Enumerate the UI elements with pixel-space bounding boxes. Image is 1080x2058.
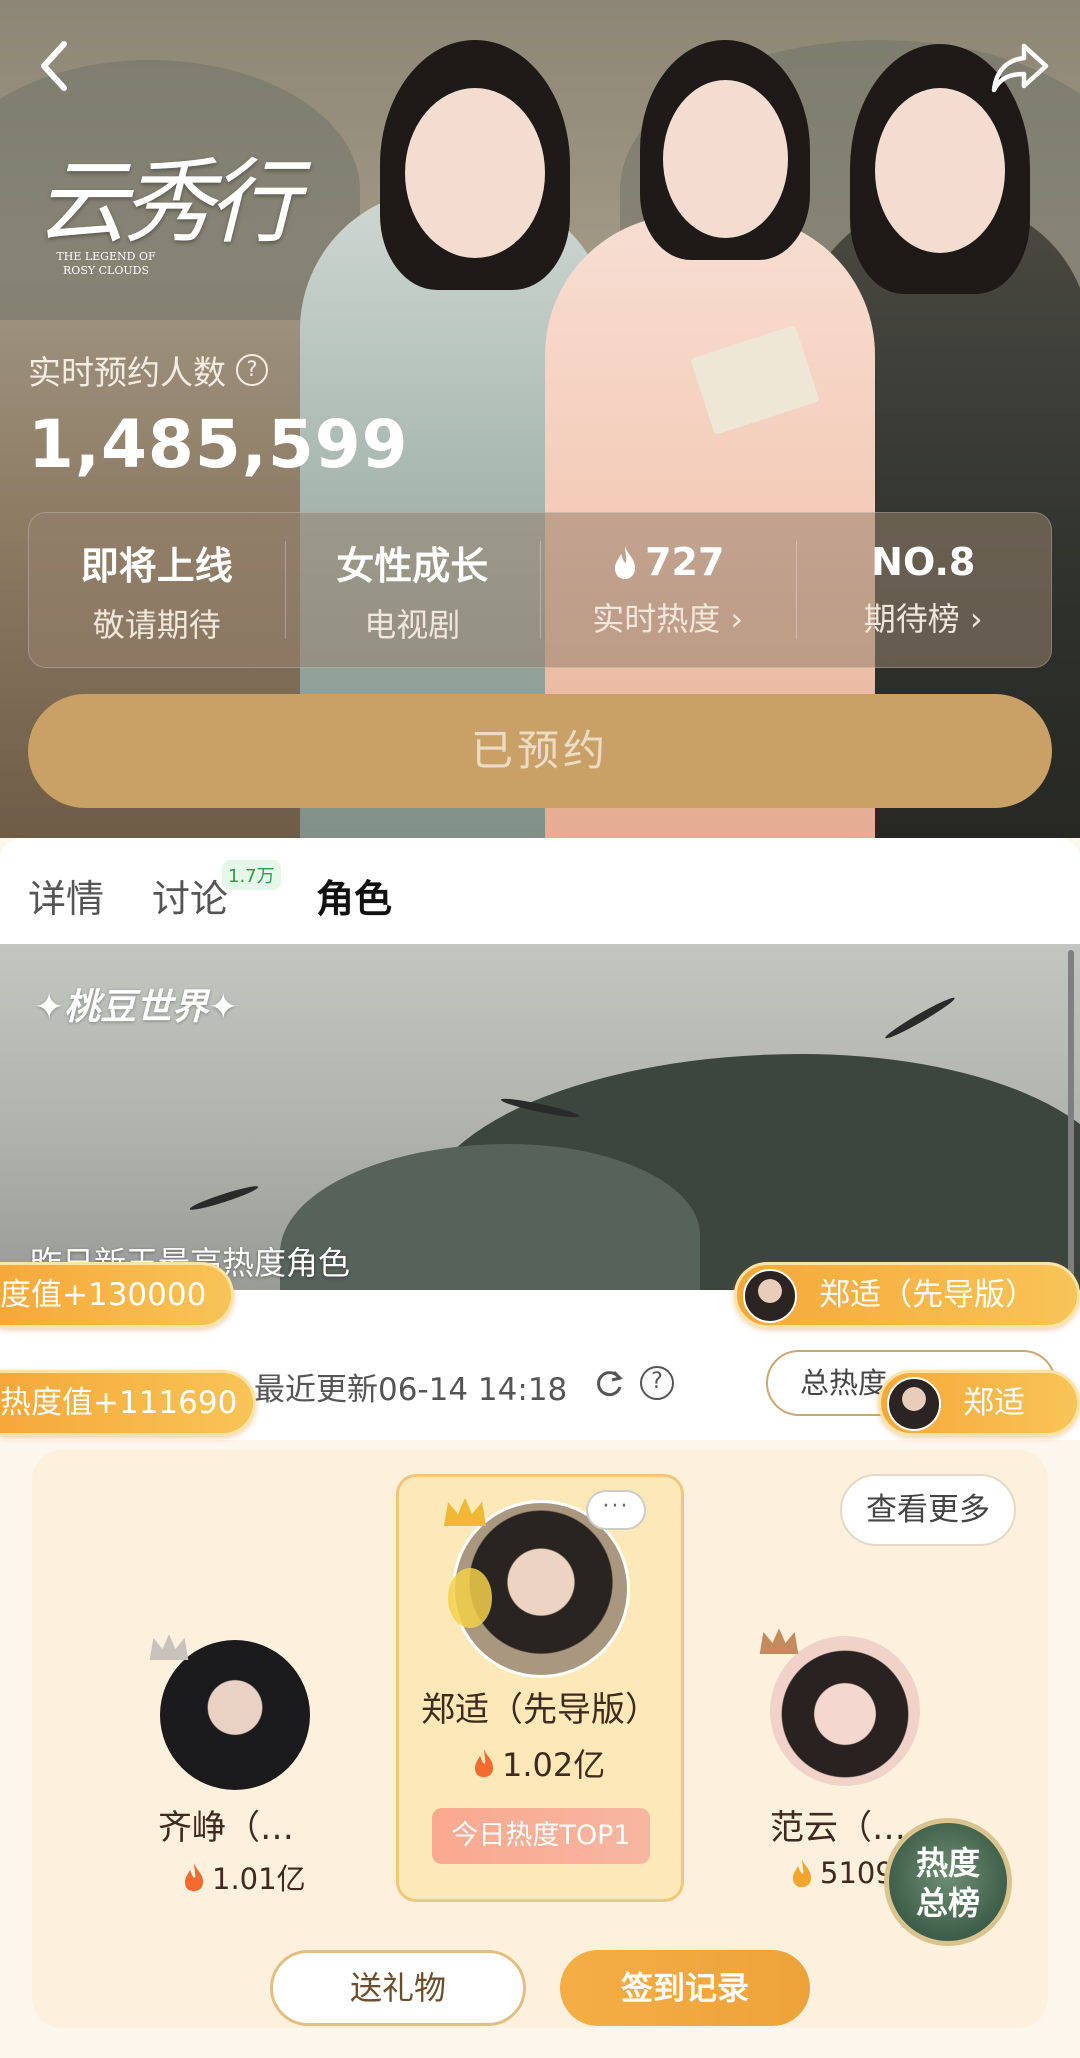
poster-face [875, 88, 1005, 253]
bullet-text: 郑适（先导版） [819, 1277, 1036, 1313]
chevron-left-icon [41, 41, 67, 91]
share-arrow-icon [991, 43, 1049, 93]
reservation-count: 1,485,599 [28, 406, 409, 483]
bullet-text: 度值+130000 [0, 1277, 207, 1313]
bullet-heat: 热度值+111690 [0, 1370, 256, 1436]
discussion-count-badge: 1.7万 [222, 860, 281, 890]
rank-first-heat: 1.02亿 [472, 1740, 605, 1786]
flame-icon [185, 1863, 203, 1891]
gift-sparkle [448, 1568, 492, 1628]
flame-icon [475, 1749, 493, 1777]
rank-second-heat-value: 1.01亿 [212, 1862, 306, 1896]
update-time: 最近更新06-14 14:18 [254, 1372, 568, 1408]
share-button[interactable] [988, 36, 1052, 100]
world-logo: ✦桃豆世界✦ [34, 987, 239, 1028]
info-heat-value: 727 [611, 540, 724, 584]
crown-bronze-icon [759, 1628, 799, 1655]
help-icon[interactable]: ? [640, 1366, 674, 1400]
rank-third-heat-value: 5109 [820, 1856, 894, 1890]
bullet-text: 郑适 [963, 1385, 1025, 1421]
reservation-label-text: 实时预约人数 [28, 353, 226, 392]
info-cell-rank[interactable]: NO.8 期待榜 › [795, 513, 1052, 667]
bullet-character: 郑适（先导版） [734, 1262, 1080, 1328]
info-heat-number: 727 [645, 540, 725, 584]
chat-bubble-icon[interactable]: ··· [586, 1490, 646, 1530]
tab-roles[interactable]: 角色 [316, 868, 392, 923]
info-rank-sub: 期待榜 › [863, 600, 983, 638]
avatar [743, 1269, 797, 1323]
rank-first-name: 郑适（先导版） [421, 1690, 659, 1730]
info-genre-title: 女性成长 [336, 543, 489, 588]
logo-title: 云秀行 [36, 149, 300, 256]
bird-graphic [188, 1183, 260, 1213]
crown-silver-icon [149, 1634, 189, 1661]
poster-face [405, 88, 545, 258]
rank-second-heat: 1.01亿 [182, 1856, 306, 1898]
page: 云秀行 THE LEGEND OF ROSY CLOUDS 实时预约人数 ? 1… [0, 0, 1080, 2058]
badge-line-1: 热度 [915, 1844, 980, 1882]
world-banner[interactable]: ✦桃豆世界✦ 昨日新王最高热度角色 [0, 944, 1080, 1290]
poster-face [663, 80, 788, 238]
tab-discussion[interactable]: 讨论 [152, 868, 228, 923]
crown-gold-icon [444, 1498, 486, 1526]
see-more-button[interactable]: 查看更多 [840, 1474, 1016, 1546]
bullet-character: 郑适 [878, 1370, 1080, 1436]
logo-subtitle: THE LEGEND OF ROSY CLOUDS [56, 250, 156, 277]
info-heat-sub: 实时热度 › [592, 600, 744, 638]
rank-third-name: 范云（… [770, 1808, 906, 1848]
bullet-text: 热度值+111690 [0, 1385, 238, 1421]
info-cell-genre: 女性成长 电视剧 [284, 513, 541, 667]
back-button[interactable] [34, 36, 84, 96]
show-logo: 云秀行 THE LEGEND OF ROSY CLOUDS [36, 148, 306, 298]
refresh-icon[interactable] [592, 1366, 626, 1400]
rank-first-heat-value: 1.02亿 [502, 1746, 606, 1784]
info-status-sub: 敬请期待 [92, 605, 221, 644]
badge-line-2: 总榜 [915, 1884, 980, 1922]
info-cell-status: 即将上线 敬请期待 [29, 513, 285, 667]
info-status-title: 即将上线 [80, 543, 233, 588]
bird-graphic [883, 994, 957, 1042]
tab-details[interactable]: 详情 [28, 868, 104, 923]
avatar [887, 1377, 941, 1431]
info-genre-sub: 电视剧 [364, 605, 461, 644]
top1-tag: 今日热度TOP1 [432, 1808, 650, 1864]
flame-icon [615, 546, 636, 579]
send-gift-button[interactable]: 送礼物 [270, 1950, 526, 2026]
reserved-button[interactable]: 已预约 [28, 694, 1052, 808]
rank-third-heat: 5109 [790, 1856, 894, 1890]
rank-second-name: 齐峥（… [158, 1808, 294, 1848]
info-bar: 即将上线 敬请期待 女性成长 电视剧 727 实时热度 › NO.8 期待榜 › [28, 512, 1052, 668]
reservation-label: 实时预约人数 ? [28, 346, 268, 394]
checkin-record-button[interactable]: 签到记录 [560, 1950, 810, 2026]
info-rank-title: NO.8 [871, 540, 976, 584]
help-icon[interactable]: ? [236, 354, 268, 386]
tab-bar: 详情 讨论 角色 [0, 838, 1080, 944]
info-cell-heat[interactable]: 727 实时热度 › [540, 513, 796, 667]
flame-icon [793, 1859, 811, 1887]
total-ranking-badge[interactable]: 热度 总榜 [884, 1818, 1012, 1946]
bullet-heat: 度值+130000 [0, 1262, 234, 1328]
